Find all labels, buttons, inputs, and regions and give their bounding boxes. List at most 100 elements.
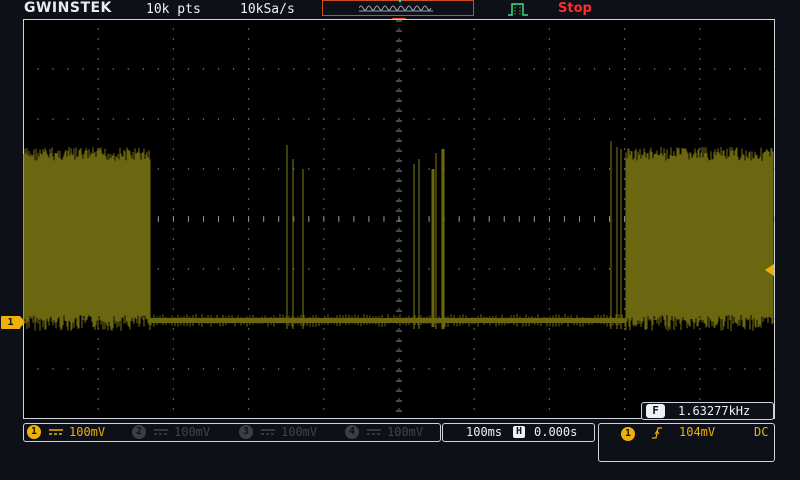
grid-dot [624, 188, 626, 190]
grid-dot [112, 118, 114, 120]
grid-dot [172, 378, 174, 380]
grid-dot [548, 198, 550, 200]
grid-dot [97, 38, 99, 40]
grid-dot [699, 348, 701, 350]
grid-dot [172, 398, 174, 400]
grid-dot [443, 118, 445, 120]
top-status-bar: GWINSTEK 10k pts 10kSa/s Stop [0, 0, 800, 18]
grid-dot [398, 88, 400, 90]
grid-dot [37, 368, 39, 370]
grid-dot [774, 318, 775, 320]
grid-dot [563, 68, 566, 70]
grid-dot [368, 368, 370, 370]
grid-dot [248, 108, 250, 110]
grid-dot [548, 188, 550, 190]
grid-dot [699, 388, 701, 390]
grid-dot [97, 48, 99, 50]
grid-dot [172, 148, 174, 150]
grid-dot [518, 368, 520, 370]
grid-dot [548, 68, 550, 70]
trigger-level-marker[interactable] [765, 264, 774, 276]
grid-dot [323, 348, 325, 350]
grid-dot [323, 178, 325, 180]
grid-dot [398, 208, 400, 210]
grid-dot [323, 158, 325, 160]
grid-dot [37, 68, 39, 70]
grid-dot [383, 168, 385, 170]
ch4-scale[interactable]: 4 100mV [345, 424, 423, 441]
grid-dot [248, 68, 250, 70]
grid-dot [172, 388, 174, 390]
ch4-volts-div: 100mV [387, 425, 424, 439]
grid-dot [548, 398, 550, 400]
trigger-source-badge: 1 [621, 427, 635, 441]
grid-dot [323, 408, 325, 410]
grid-dot [533, 268, 535, 270]
grid-dot [323, 28, 325, 30]
grid-dot [232, 368, 235, 370]
grid-dot [127, 118, 129, 120]
grid-dot [473, 188, 475, 190]
grid-dot [398, 388, 400, 390]
timebase-readout[interactable]: 100ms H 0.000s [442, 423, 595, 442]
grid-dot [548, 238, 550, 240]
run-stop-status[interactable]: Stop [558, 1, 592, 16]
grid-dot [398, 98, 400, 100]
grid-dot [518, 168, 520, 170]
grid-dot [263, 168, 265, 170]
grid-dot [248, 168, 250, 170]
waveform-display[interactable] [23, 19, 775, 419]
grid-dot [338, 68, 340, 70]
grid-dot [488, 268, 490, 270]
grid-dot [172, 408, 174, 410]
grid-dot [729, 68, 731, 70]
grid-dot [744, 68, 746, 70]
grid-dot [232, 118, 235, 120]
grid-dot [518, 118, 520, 120]
ch1-scale[interactable]: 1 100mV [27, 424, 105, 441]
grid-dot [428, 68, 430, 70]
sample-rate: 10kSa/s [240, 2, 295, 17]
grid-dot [473, 338, 475, 340]
grid-dot [202, 368, 205, 370]
grid-dot [473, 108, 475, 110]
grid-dot [548, 308, 550, 310]
grid-dot [593, 268, 596, 270]
grid-dot [172, 108, 174, 110]
grid-dot [398, 368, 400, 370]
grid-dot [248, 398, 250, 400]
grid-dot [157, 268, 159, 270]
grid-dot [473, 228, 475, 230]
grid-dot [172, 88, 174, 90]
grid-dot [248, 138, 250, 140]
rising-edge-icon [652, 427, 662, 439]
ch2-scale[interactable]: 2 100mV [132, 424, 210, 441]
grid-dot [398, 228, 400, 230]
grid-dot [624, 38, 626, 40]
grid-dot [759, 368, 761, 370]
grid-dot [323, 188, 325, 190]
grid-dot [398, 138, 400, 140]
grid-dot [548, 38, 550, 40]
grid-dot [593, 68, 596, 70]
grid-dot [548, 148, 550, 150]
grid-dot [248, 248, 250, 250]
grid-dot [398, 58, 400, 60]
grid-dot [473, 308, 475, 310]
grid-dot [548, 348, 550, 350]
grid-dot [473, 398, 475, 400]
grid-dot [548, 128, 550, 130]
grid-dot [263, 368, 265, 370]
grid-dot [593, 368, 596, 370]
grid-dot [398, 398, 400, 400]
trigger-readout[interactable]: 1 104mV DC [598, 423, 775, 462]
grid-dot [248, 58, 250, 60]
grid-dot [338, 368, 340, 370]
ch1-ground-marker[interactable]: 1 [1, 316, 25, 329]
grid-dot [458, 168, 460, 170]
frequency-value: 1.63277kHz [678, 404, 751, 418]
grid-dot [473, 328, 475, 330]
grid-dot [97, 398, 99, 400]
ch3-scale[interactable]: 3 100mV [239, 424, 317, 441]
grid-dot [172, 308, 174, 310]
